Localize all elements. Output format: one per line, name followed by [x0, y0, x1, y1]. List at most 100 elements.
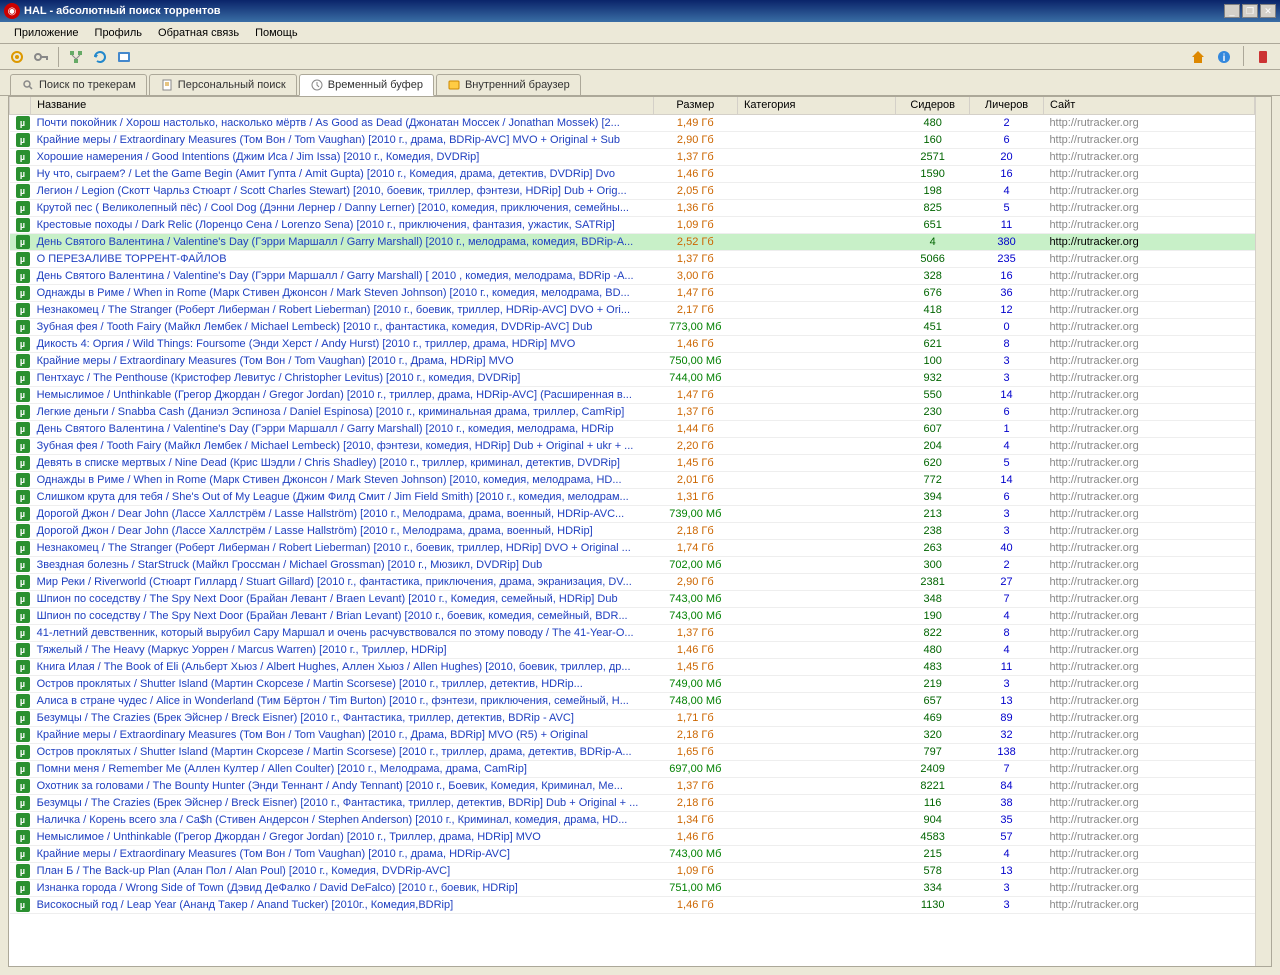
table-row[interactable]: µДень Святого Валентина / Valentine's Da…: [10, 267, 1255, 284]
table-row[interactable]: µКнига Илая / The Book of Eli (Альберт Х…: [10, 658, 1255, 675]
table-row[interactable]: µИзнанка города / Wrong Side of Town (Дэ…: [10, 879, 1255, 896]
torrent-title[interactable]: Незнакомец / The Stranger (Роберт Либерм…: [37, 304, 630, 316]
table-row[interactable]: µСлишком крута для тебя / She's Out of M…: [10, 488, 1255, 505]
refresh-icon[interactable]: [89, 46, 111, 68]
vertical-scrollbar[interactable]: [1255, 97, 1271, 966]
tab-browser[interactable]: Внутренний браузер: [436, 74, 581, 95]
tab-personal-search[interactable]: Персональный поиск: [149, 74, 297, 95]
torrent-title[interactable]: Остров проклятых / Shutter Island (Марти…: [37, 746, 632, 758]
col-seeders[interactable]: Сидеров: [896, 97, 970, 114]
home-icon[interactable]: [1187, 46, 1209, 68]
torrent-title[interactable]: Хорошие намерения / Good Intentions (Джи…: [37, 151, 480, 163]
torrent-title[interactable]: Остров проклятых / Shutter Island (Марти…: [37, 678, 583, 690]
view-icon[interactable]: [113, 46, 135, 68]
minimize-button[interactable]: _: [1224, 4, 1240, 18]
table-row[interactable]: µКрайние меры / Extraordinary Measures (…: [10, 845, 1255, 862]
table-row[interactable]: µДорогой Джон / Dear John (Лассе Халлстр…: [10, 522, 1255, 539]
table-row[interactable]: µТяжелый / The Heavy (Маркус Уоррен / Ma…: [10, 641, 1255, 658]
table-row[interactable]: µКрайние меры / Extraordinary Measures (…: [10, 726, 1255, 743]
torrent-title[interactable]: Дикость 4: Оргия / Wild Things: Foursome…: [37, 338, 576, 350]
col-icon[interactable]: [10, 97, 31, 114]
torrent-title[interactable]: Пентхаус / The Penthouse (Кристофер Леви…: [37, 372, 521, 384]
table-row[interactable]: µНезнакомец / The Stranger (Роберт Либер…: [10, 301, 1255, 318]
torrent-title[interactable]: Високосный год / Leap Year (Ананд Такер …: [37, 899, 454, 911]
table-row[interactable]: µЗубная фея / Tooth Fairy (Майкл Лембек …: [10, 318, 1255, 335]
torrent-title[interactable]: День Святого Валентина / Valentine's Day…: [37, 423, 614, 435]
maximize-button[interactable]: ❐: [1242, 4, 1258, 18]
menu-feedback[interactable]: Обратная связь: [150, 25, 247, 41]
torrent-title[interactable]: О ПЕРЕЗАЛИВЕ ТОРРЕНТ-ФАЙЛОВ: [37, 253, 227, 265]
table-row[interactable]: µО ПЕРЕЗАЛИВЕ ТОРРЕНТ-ФАЙЛОВ1,37 Гб50662…: [10, 250, 1255, 267]
table-row[interactable]: µХорошие намерения / Good Intentions (Дж…: [10, 148, 1255, 165]
table-row[interactable]: µНаличка / Корень всего зла / Ca$h (Стив…: [10, 811, 1255, 828]
torrent-title[interactable]: Немыслимое / Unthinkable (Грегор Джордан…: [37, 389, 632, 401]
torrent-title[interactable]: Помни меня / Remember Me (Аллен Култер /…: [37, 763, 527, 775]
table-row[interactable]: µШпион по соседству / The Spy Next Door …: [10, 590, 1255, 607]
torrent-title[interactable]: Крайние меры / Extraordinary Measures (Т…: [37, 729, 588, 741]
torrent-title[interactable]: Книга Илая / The Book of Eli (Альберт Хь…: [37, 661, 631, 673]
table-row[interactable]: µОднажды в Риме / When in Rome (Марк Сти…: [10, 471, 1255, 488]
col-leechers[interactable]: Личеров: [970, 97, 1044, 114]
torrent-title[interactable]: День Святого Валентина / Valentine's Day…: [37, 270, 634, 282]
tab-tracker-search[interactable]: Поиск по трекерам: [10, 74, 147, 95]
torrent-title[interactable]: План Б / The Back-up Plan (Алан Пол / Al…: [37, 865, 451, 877]
table-row[interactable]: µДень Святого Валентина / Valentine's Da…: [10, 233, 1255, 250]
close-button[interactable]: ✕: [1260, 4, 1276, 18]
torrent-title[interactable]: Шпион по соседству / The Spy Next Door (…: [37, 610, 628, 622]
torrent-title[interactable]: Звездная болезнь / StarStruck (Майкл Гро…: [37, 559, 543, 571]
table-row[interactable]: µКрестовые походы / Dark Relic (Лоренцо …: [10, 216, 1255, 233]
torrent-title[interactable]: Шпион по соседству / The Spy Next Door (…: [37, 593, 618, 605]
table-row[interactable]: µДевять в списке мертвых / Nine Dead (Кр…: [10, 454, 1255, 471]
table-row[interactable]: µОстров проклятых / Shutter Island (Март…: [10, 743, 1255, 760]
torrent-title[interactable]: Алиса в стране чудес / Alice in Wonderla…: [37, 695, 629, 707]
table-row[interactable]: µКрутой пес ( Великолепный пёс) / Cool D…: [10, 199, 1255, 216]
torrent-title[interactable]: Крайние меры / Extraordinary Measures (Т…: [37, 134, 620, 146]
table-row[interactable]: µ41-летний девственник, который вырубил …: [10, 624, 1255, 641]
torrent-title[interactable]: Тяжелый / The Heavy (Маркус Уоррен / Mar…: [37, 644, 447, 656]
info-icon[interactable]: i: [1213, 46, 1235, 68]
table-row[interactable]: µПентхаус / The Penthouse (Кристофер Лев…: [10, 369, 1255, 386]
key-icon[interactable]: [30, 46, 52, 68]
torrent-title[interactable]: Мир Реки / Riverworld (Стюарт Гиллард / …: [37, 576, 632, 588]
torrent-title[interactable]: Безумцы / The Crazies (Брек Эйснер / Bre…: [37, 797, 639, 809]
menu-app[interactable]: Приложение: [6, 25, 87, 41]
torrent-title[interactable]: Ну что, сыграем? / Let the Game Begin (А…: [37, 168, 615, 180]
table-row[interactable]: µБезумцы / The Crazies (Брек Эйснер / Br…: [10, 709, 1255, 726]
table-row[interactable]: µБезумцы / The Crazies (Брек Эйснер / Br…: [10, 794, 1255, 811]
torrent-title[interactable]: Безумцы / The Crazies (Брек Эйснер / Bre…: [37, 712, 574, 724]
torrent-title[interactable]: Однажды в Риме / When in Rome (Марк Стив…: [37, 474, 622, 486]
table-row[interactable]: µДикость 4: Оргия / Wild Things: Foursom…: [10, 335, 1255, 352]
table-row[interactable]: µОднажды в Риме / When in Rome (Марк Сти…: [10, 284, 1255, 301]
torrent-title[interactable]: Крутой пес ( Великолепный пёс) / Cool Do…: [37, 202, 629, 214]
torrent-title[interactable]: Немыслимое / Unthinkable (Грегор Джордан…: [37, 831, 541, 843]
col-size[interactable]: Размер: [653, 97, 737, 114]
settings-icon[interactable]: [6, 46, 28, 68]
torrent-title[interactable]: День Святого Валентина / Valentine's Day…: [37, 236, 634, 248]
table-row[interactable]: µПочти покойник / Хорош настолько, наско…: [10, 114, 1255, 131]
menu-help[interactable]: Помощь: [247, 25, 306, 41]
table-row[interactable]: µНемыслимое / Unthinkable (Грегор Джорда…: [10, 828, 1255, 845]
torrent-title[interactable]: Крайние меры / Extraordinary Measures (Т…: [37, 355, 514, 367]
torrent-title[interactable]: Зубная фея / Tooth Fairy (Майкл Лембек /…: [37, 440, 634, 452]
col-site[interactable]: Сайт: [1043, 97, 1254, 114]
table-row[interactable]: µПлан Б / The Back-up Plan (Алан Пол / A…: [10, 862, 1255, 879]
table-row[interactable]: µКрайние меры / Extraordinary Measures (…: [10, 352, 1255, 369]
torrent-title[interactable]: Слишком крута для тебя / She's Out of My…: [37, 491, 629, 503]
table-row[interactable]: µОхотник за головами / The Bounty Hunter…: [10, 777, 1255, 794]
torrent-title[interactable]: Наличка / Корень всего зла / Ca$h (Стиве…: [37, 814, 628, 826]
table-row[interactable]: µНу что, сыграем? / Let the Game Begin (…: [10, 165, 1255, 182]
torrent-title[interactable]: Дорогой Джон / Dear John (Лассе Халлстрё…: [37, 525, 593, 537]
torrent-title[interactable]: Крайние меры / Extraordinary Measures (Т…: [37, 848, 510, 860]
table-row[interactable]: µЛегкие деньги / Snabba Cash (Даниэл Эсп…: [10, 403, 1255, 420]
torrent-title[interactable]: Зубная фея / Tooth Fairy (Майкл Лембек /…: [37, 321, 593, 333]
nodes-icon[interactable]: [65, 46, 87, 68]
torrent-title[interactable]: Почти покойник / Хорош настолько, наскол…: [37, 117, 620, 129]
table-row[interactable]: µАлиса в стране чудес / Alice in Wonderl…: [10, 692, 1255, 709]
table-row[interactable]: µМир Реки / Riverworld (Стюарт Гиллард /…: [10, 573, 1255, 590]
torrent-title[interactable]: Легион / Legion (Скотт Чарльз Стюарт / S…: [37, 185, 627, 197]
table-row[interactable]: µДорогой Джон / Dear John (Лассе Халлстр…: [10, 505, 1255, 522]
torrent-title[interactable]: Легкие деньги / Snabba Cash (Даниэл Эспи…: [37, 406, 625, 418]
torrent-title[interactable]: Крестовые походы / Dark Relic (Лоренцо С…: [37, 219, 615, 231]
table-row[interactable]: µКрайние меры / Extraordinary Measures (…: [10, 131, 1255, 148]
col-title[interactable]: Название: [31, 97, 654, 114]
